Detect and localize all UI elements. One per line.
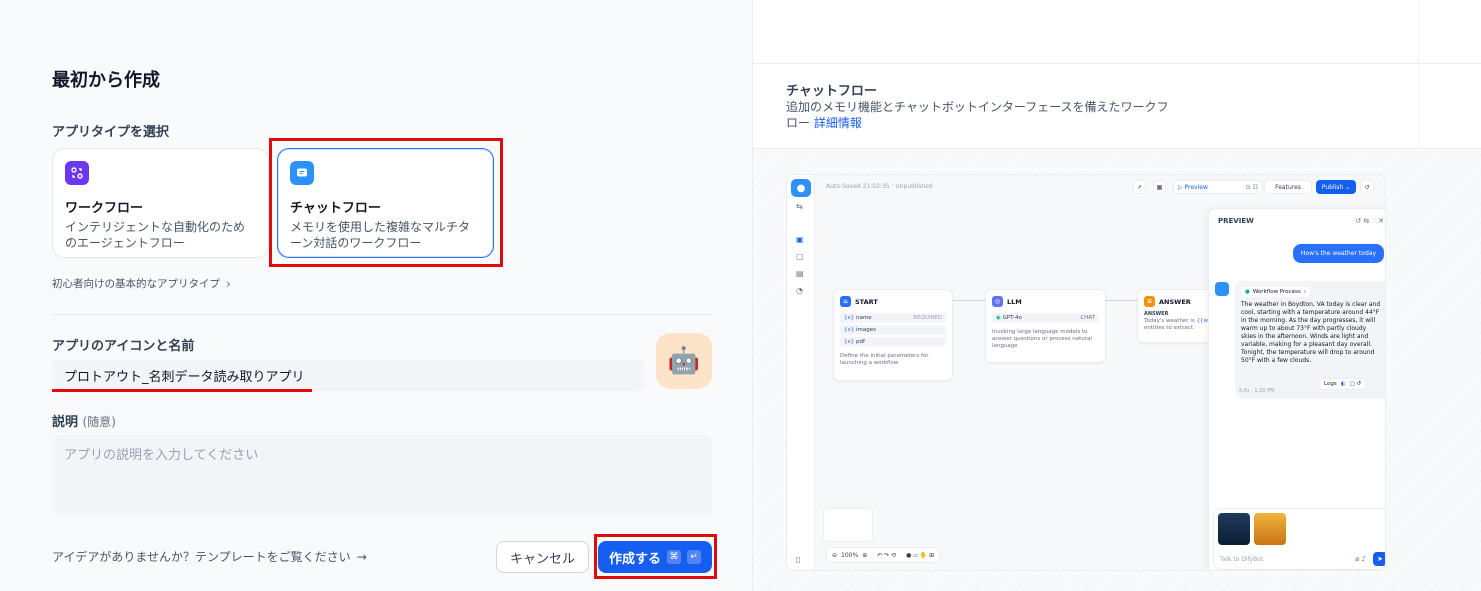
- description-label: 説明 (随意): [52, 415, 116, 430]
- edge: [1104, 300, 1140, 301]
- highlight-box: [269, 138, 503, 267]
- grid-icon: ▦: [1153, 180, 1166, 194]
- answer-node: ≡ ANSWER ANSWER Today's weather is {{w ent…: [1137, 289, 1217, 343]
- robot-icon: 🤖: [667, 346, 701, 376]
- send-icon: ➤: [1373, 552, 1385, 566]
- collapse-icon: ▯: [796, 555, 801, 564]
- divider: [52, 314, 712, 315]
- type-desc: インテリジェントな自動化のためのエージェントフロー: [65, 220, 246, 250]
- home-icon: ⌂: [840, 296, 851, 307]
- llm-icon: ◎: [992, 296, 1003, 307]
- bot-icon: ●: [791, 179, 811, 197]
- model-row: ◉ GPT-4o CHAT: [992, 313, 1099, 323]
- workflow-icon: [65, 161, 89, 185]
- chat-input-area: Talk to DifyBot ⌀ ♪ ➤: [1213, 508, 1385, 570]
- arrow-right-icon: →: [356, 549, 367, 564]
- image-thumbnail: [1254, 513, 1286, 545]
- type-name: ワークフロー: [65, 201, 144, 216]
- icon-name-label: アプリのアイコンと名前: [52, 339, 195, 354]
- chat-preview-panel: PREVIEW ↺ ⇆ ✕ How's the weather today ● W…: [1208, 208, 1385, 570]
- app-icon-picker[interactable]: 🤖: [656, 333, 712, 389]
- cancel-button[interactable]: キャンセル: [496, 541, 589, 573]
- message-actions: Logs ◐ ▢ ↺: [1319, 378, 1367, 390]
- minimap: [823, 508, 873, 542]
- beginner-link-label: 初心者向けの基本的なアプリタイプ: [52, 278, 220, 290]
- create-app-form: 最初から作成 アプリタイプを選択 ワークフロー インテリジェントな自動化のための…: [0, 0, 752, 591]
- zoom-controls: ⊖ 100% ⊕ ↶ ↷ ⟲ ● ▱ ✋ ⊞: [826, 547, 941, 563]
- chat-controls-icon: ↺ ⇆ ✕: [1355, 217, 1384, 225]
- monitor-icon: ◔: [796, 286, 803, 295]
- detail-title: チャットフロー: [786, 84, 877, 99]
- divider: [753, 63, 1481, 64]
- chevron-right-icon: ›: [226, 276, 231, 291]
- preview-sidebar: ● ⇆ ▣ ▢ ▤ ◔ ▯: [787, 175, 815, 570]
- divider: [753, 148, 1481, 149]
- swap-icon: ⇆: [796, 202, 803, 211]
- type-detail-panel: チャットフロー 追加のメモリ機能とチャットボットインターフェースを備えたワークフ…: [752, 0, 1481, 591]
- terminal-icon: ▢: [796, 252, 804, 261]
- publish-button: Publish ⌄: [1316, 180, 1356, 194]
- features-button: Features: [1264, 180, 1312, 194]
- attach-icon: ⌀ ♪: [1355, 555, 1366, 563]
- app-type-label: アプリタイプを選択: [52, 125, 170, 140]
- beginner-types-link[interactable]: 初心者向けの基本的なアプリタイプ ›: [52, 276, 231, 291]
- preview-button: ▷ Preview ⊙ ☷: [1173, 180, 1263, 194]
- var-row: {x} images: [840, 325, 946, 335]
- template-link[interactable]: アイデアがありませんか？テンプレートをご覧ください →: [52, 548, 367, 565]
- name-underline-annotation: [52, 389, 312, 392]
- preview-background: ● ⇆ ▣ ▢ ▤ ◔ ▯ Auto-Saved 21:02:35 · Unpu…: [753, 150, 1481, 591]
- type-card-workflow[interactable]: ワークフロー インテリジェントな自動化のためのエージェントフロー: [52, 148, 269, 258]
- orchestrate-icon: ▣: [796, 235, 804, 244]
- history-icon: ↺: [1360, 180, 1374, 194]
- learn-more-link[interactable]: 詳細情報: [814, 116, 862, 130]
- page-title: 最初から作成: [52, 70, 160, 91]
- share-icon: ↗: [1133, 180, 1146, 194]
- chatflow-preview-image: ● ⇆ ▣ ▢ ▤ ◔ ▯ Auto-Saved 21:02:35 · Unpu…: [786, 174, 1386, 571]
- var-row: {x} name REQUIRED: [840, 313, 946, 323]
- description-textarea[interactable]: アプリの説明を入力してください: [52, 435, 712, 515]
- start-node: ⌂ START {x} name REQUIRED {x} images {x} p…: [833, 289, 953, 381]
- bot-avatar-icon: [1215, 282, 1229, 296]
- logs-icon: ▤: [796, 269, 804, 278]
- autosaved-status: Auto-Saved 21:02:35 · Unpublished: [826, 183, 933, 190]
- detail-description: 追加のメモリ機能とチャットボットインターフェースを備えたワークフロー 詳細情報: [786, 100, 1169, 130]
- app-name-input[interactable]: プロトアウト_名刺データ読み取りアプリ: [52, 359, 644, 391]
- edge: [951, 300, 987, 301]
- answer-icon: ≡: [1144, 296, 1155, 307]
- var-row: {x} pdf: [840, 337, 946, 347]
- image-thumbnail: [1218, 513, 1250, 545]
- llm-node: ◎ LLM ◉ GPT-4o CHAT Invoking large languag…: [985, 289, 1106, 363]
- highlight-box: [594, 534, 717, 579]
- template-link-label: アイデアがありませんか？テンプレートをご覧ください: [52, 550, 351, 564]
